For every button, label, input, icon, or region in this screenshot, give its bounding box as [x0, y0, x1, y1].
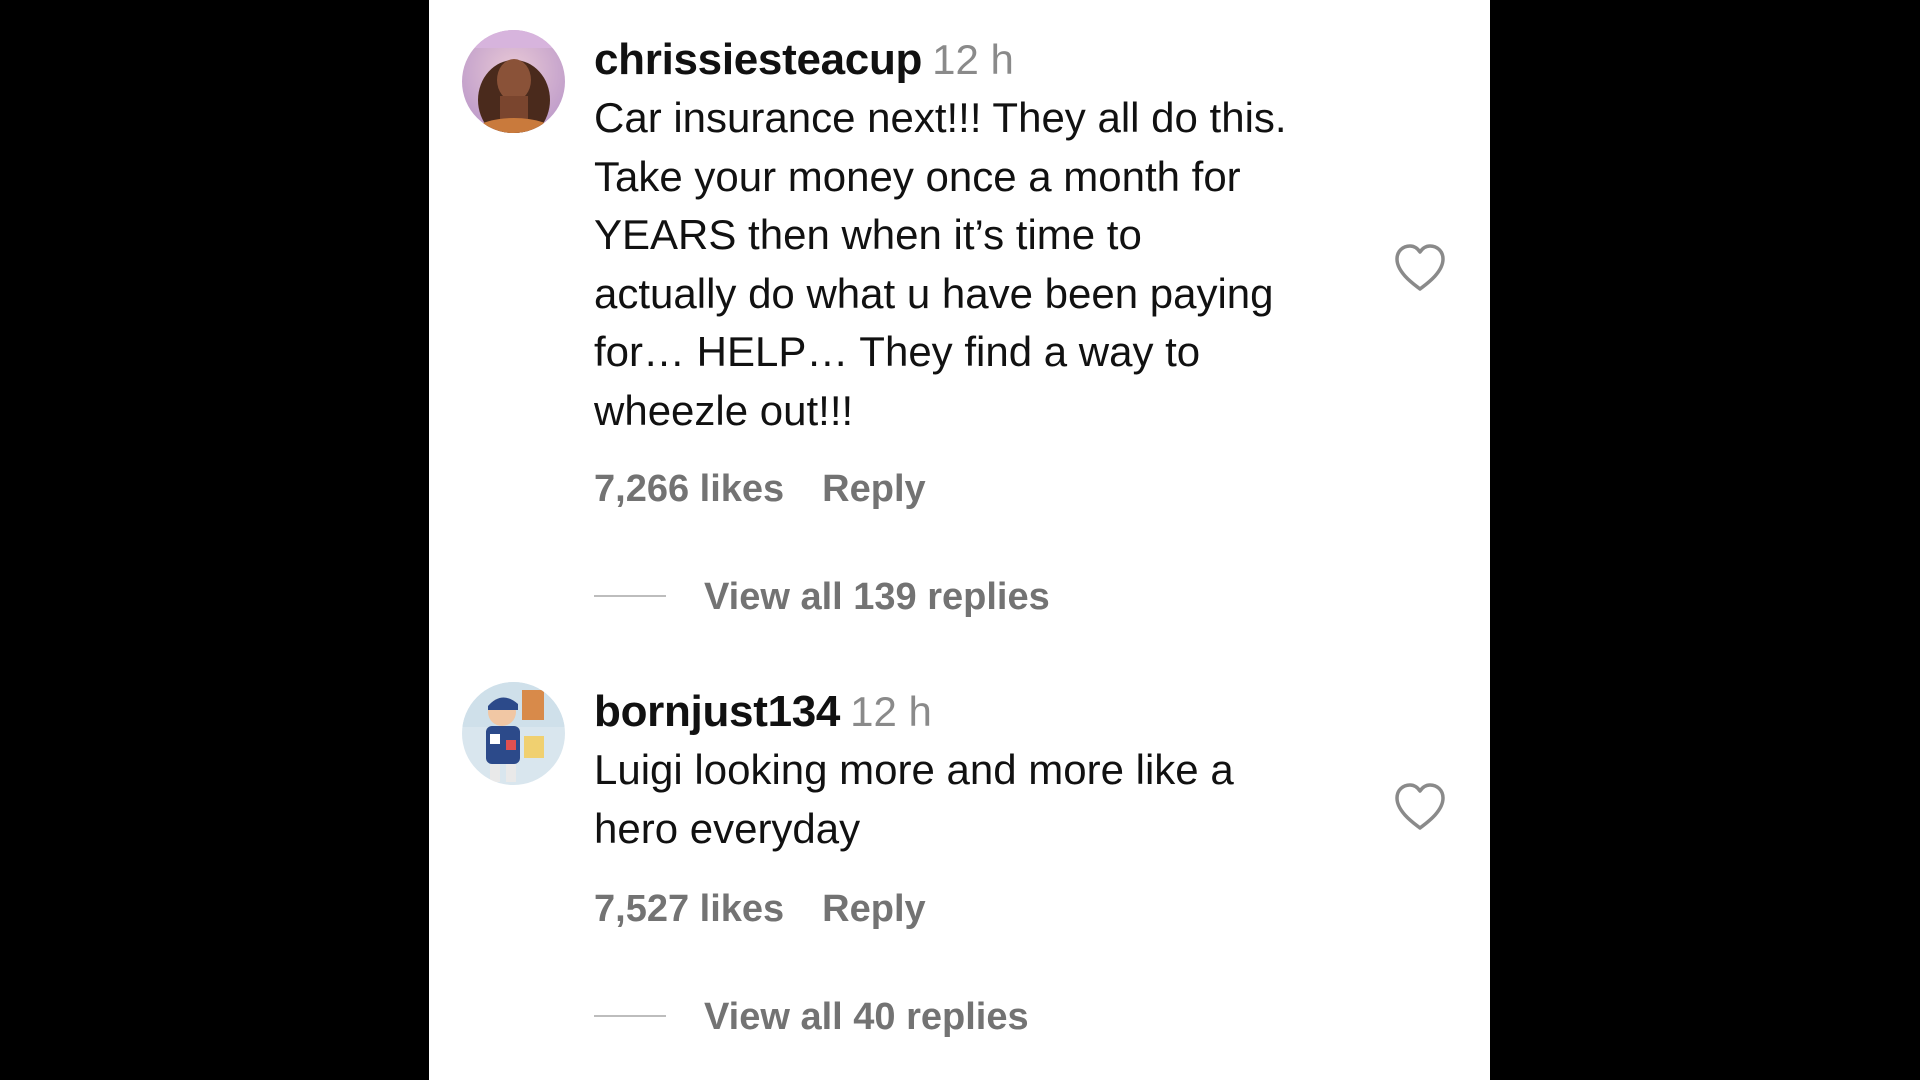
likes-count[interactable]: 7,266 likes	[594, 468, 784, 510]
username[interactable]: bornjust134	[594, 687, 840, 736]
user-avatar[interactable]	[462, 682, 565, 785]
divider	[594, 1014, 666, 1017]
comment-text-line: YEARS then when it’s time to	[594, 211, 1142, 258]
comment-actions: 7,527 likes Reply	[594, 888, 926, 931]
comment-text-line: wheezle out!!!	[594, 386, 854, 434]
username[interactable]: chrissiesteacup	[594, 35, 922, 84]
timestamp: 12 h	[932, 36, 1014, 83]
comment-text-line: Take your money once a month for	[594, 152, 1241, 200]
view-replies-label: View all 139 replies	[704, 576, 1050, 618]
comment-text-line: actually do what u have been paying	[594, 269, 1274, 317]
divider	[594, 594, 666, 597]
timestamp: 12 h	[850, 688, 932, 735]
comment-header: bornjust134 12 h	[594, 682, 932, 742]
likes-count[interactable]: 7,527 likes	[594, 888, 784, 930]
comment-text: Luigi looking more and more like a hero …	[594, 741, 1434, 858]
reply-button[interactable]: Reply	[822, 888, 925, 930]
comment-text-line: hero everyday	[594, 804, 861, 852]
view-replies-button[interactable]: View all 40 replies	[594, 996, 1029, 1039]
comment-text: Car insurance next!!! They all do this. …	[594, 89, 1434, 440]
comments-panel: chrissiesteacup 12 h Car insurance next!!…	[429, 0, 1490, 1080]
comment-header: chrissiesteacup 12 h	[594, 30, 1014, 90]
avatar-image	[462, 30, 565, 133]
view-replies-button[interactable]: View all 139 replies	[594, 576, 1050, 619]
comment-actions: 7,266 likes Reply	[594, 468, 926, 511]
comment-text-line: Car insurance next!!! They all do this.	[594, 94, 1287, 141]
view-replies-label: View all 40 replies	[704, 996, 1029, 1038]
comment-text-line: Luigi looking more and more like a	[594, 746, 1234, 793]
reply-button[interactable]: Reply	[822, 468, 925, 510]
user-avatar[interactable]	[462, 30, 565, 133]
comment-text-line: for… HELP… They find a way to	[594, 328, 1201, 375]
avatar-image	[462, 682, 565, 785]
heart-icon[interactable]	[1393, 782, 1447, 832]
heart-icon[interactable]	[1393, 243, 1447, 293]
